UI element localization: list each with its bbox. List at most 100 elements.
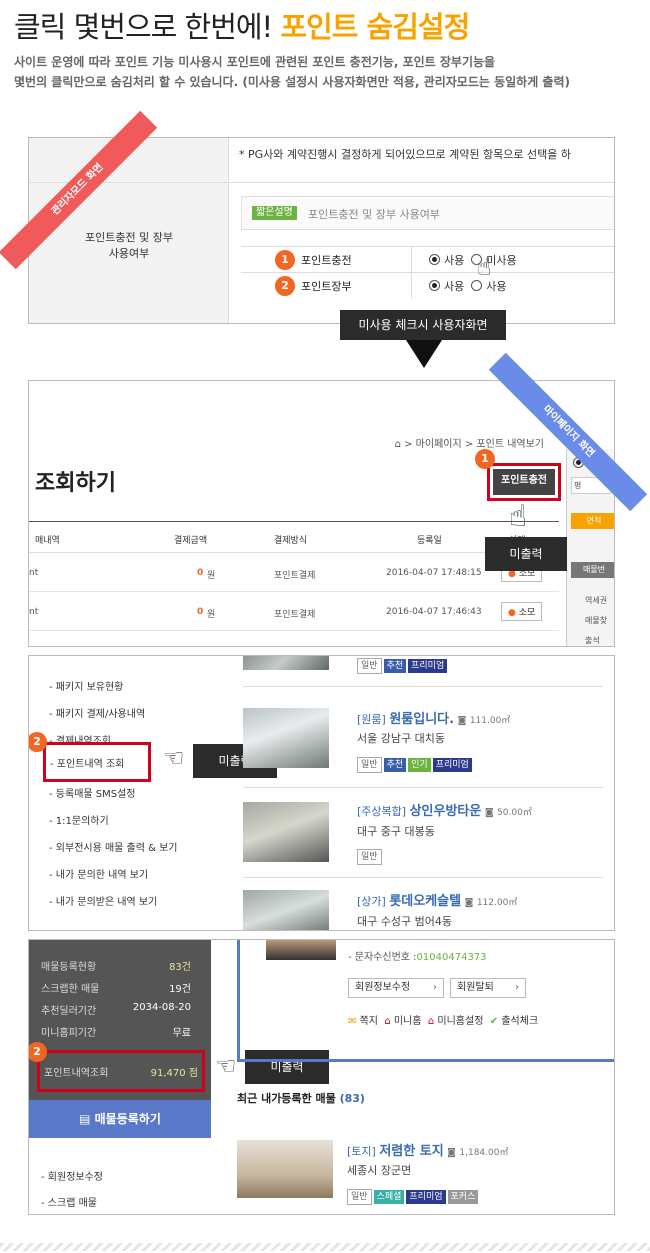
table-row: nt 0 원 포인트결제 2016-04-07 17:46:43 ● 소모 xyxy=(29,593,559,631)
point-charge-use-label: 사용 xyxy=(444,254,465,267)
menu-item-point-history[interactable]: - 포인트내역 조회 xyxy=(43,742,151,782)
check-icon[interactable]: ✔ xyxy=(490,1016,498,1027)
point-history-row[interactable]: 포인트내역조회 91,470 점 xyxy=(37,1050,205,1092)
sidebar-link[interactable]: - 스크랩 매물 xyxy=(41,1194,97,1209)
arrow-label: 미사용 체크시 사용자화면 xyxy=(340,310,506,340)
listing-area: 112.00㎡ xyxy=(476,898,518,908)
hero-description: 사이트 운영에 따라 포인트 기능 미사용시 포인트에 관련된 포인트 충전기능… xyxy=(14,52,570,92)
menu-panel: - 패키지 보유현황 - 패키지 결제/사용내역 - 결제내역조회 - 포인트내… xyxy=(28,655,615,931)
table-header: 매내역 결제금액 결제방식 등록일 상태 xyxy=(29,521,559,553)
edit-member-button[interactable]: 회원정보수정 › xyxy=(348,978,444,998)
row-date: 2016-04-07 17:48:15 xyxy=(386,568,482,578)
pointer-hand-icon: ☝ xyxy=(509,499,528,534)
side-area-button[interactable]: 면적 xyxy=(571,513,614,529)
pointer-hand-icon: ☜ xyxy=(215,1052,237,1080)
status-badge: ● 소모 xyxy=(501,602,543,621)
step-2-badge: 2 xyxy=(275,276,295,296)
breadcrumb-text: > 마이페이지 > 포인트 내역보기 xyxy=(404,439,544,450)
menu-item[interactable]: - 외부전시용 매물 출력 & 보기 xyxy=(49,839,178,854)
stat-row: 스크랩한 매물 19건 xyxy=(41,984,191,995)
camera-icon: ◙ xyxy=(484,808,494,818)
row-name: nt xyxy=(29,607,39,617)
listing-address: 세종시 장군면 xyxy=(347,1164,412,1177)
admin-notice: * PG사와 계약진행시 결정하게 되어있으므로 계약된 항목으로 선택을 하 xyxy=(239,148,571,161)
listing-name: 저렴한 토지 xyxy=(379,1144,444,1159)
col-method: 결제방식 xyxy=(274,536,308,546)
side-item-4: 출석 xyxy=(585,636,600,645)
menu-item[interactable]: - 패키지 결제/사용내역 xyxy=(49,705,145,720)
top-listing-tags: 일반 추천 프리미엄 xyxy=(357,658,449,674)
point-charge-button[interactable]: 포인트충전 xyxy=(487,463,561,501)
left-menu: - 패키지 보유현황 - 패키지 결제/사용내역 - 결제내역조회 - 포인트내… xyxy=(29,656,277,930)
col-date: 등록일 xyxy=(417,536,442,546)
message-icon[interactable]: ✉ xyxy=(348,1016,356,1027)
hero-title-highlight: 포인트 숨김설정 xyxy=(280,10,470,44)
listing-item[interactable]: [토지] 저렴한 토지 ◙ 1,184.00㎡ 세종시 장군면 일반 스페셜 프리미… xyxy=(237,1136,607,1206)
listing-category: [주상복합] xyxy=(357,805,407,818)
point-charge-use-radio[interactable] xyxy=(429,254,440,265)
home-icon[interactable]: ⌂ xyxy=(395,439,401,450)
phone-value: 01040474373 xyxy=(416,952,487,963)
hero-desc-line2: 몇번의 클릭만으로 숨김처리 할 수 있습니다. (미사용 설정시 사용자화면만… xyxy=(14,75,570,89)
chevron-right-icon: › xyxy=(515,982,519,993)
point-ledger-unused-radio[interactable] xyxy=(471,280,483,291)
row-date: 2016-04-07 17:46:43 xyxy=(386,607,482,617)
listing-category: [토지] xyxy=(347,1145,376,1158)
admin-row-label: 포인트충전 및 장부 사용여부 xyxy=(29,230,229,262)
leave-member-button[interactable]: 회원탈퇴 › xyxy=(450,978,526,998)
minihome-icon[interactable]: ⌂ xyxy=(384,1016,390,1027)
register-icon: ▤ xyxy=(79,1112,91,1126)
stat-row: 추천딜러기간 2034-08-20 xyxy=(41,1002,191,1017)
col-item: 매내역 xyxy=(35,536,60,546)
down-arrow-icon xyxy=(406,340,442,368)
listing-item[interactable]: [원룸] 원룸입니다. ◙ 111.00㎡ 서울 강남구 대치동 일반 추천 인기 프… xyxy=(243,698,603,788)
minihome-settings-icon[interactable]: ⌂ xyxy=(428,1016,434,1027)
avatar xyxy=(266,940,336,960)
listing-category: [원룸] xyxy=(357,713,386,726)
admin-row-label-1: 포인트충전 및 장부 xyxy=(85,231,173,244)
point-ledger-label: 포인트장부 xyxy=(301,280,352,293)
admin-desc-box: 짧은설명 포인트충전 및 장부 사용여부 xyxy=(241,196,614,230)
hero-title: 클릭 몇번으로 한번에! 포인트 숨김설정 xyxy=(14,4,470,46)
camera-icon: ◙ xyxy=(457,716,467,726)
stat-row: 매물등록현황 83건 xyxy=(41,962,191,973)
point-charge-options: 사용 미사용 xyxy=(429,252,517,268)
point-charge-label: 포인트충전 xyxy=(301,254,352,267)
row-method: 포인트결제 xyxy=(274,571,316,581)
listing-item[interactable]: [상가] 롯데오케슬텔 ◙ 112.00㎡ 대구 수성구 범어4동 xyxy=(243,878,603,930)
point-ledger-use-label: 사용 xyxy=(444,280,465,293)
side-item-2: 역세권 xyxy=(585,596,608,605)
mypage-step-1-badge: 1 xyxy=(475,449,495,469)
listing-address: 대구 중구 대봉동 xyxy=(357,825,435,838)
menu-item[interactable]: - 1:1문의하기 xyxy=(49,812,109,827)
point-ledger-use-radio[interactable] xyxy=(429,280,440,291)
listing-name: 롯데오케슬텔 xyxy=(389,894,462,909)
not-shown-tooltip: 미출력 xyxy=(485,537,567,571)
stat-row: 미니홈피기간 무료 xyxy=(41,1028,191,1039)
table-row: nt 0 원 포인트결제 2016-04-07 17:48:15 ● 소모 xyxy=(29,554,559,592)
menu-item[interactable]: - 내가 문의한 내역 보기 xyxy=(49,866,148,881)
chevron-right-icon: › xyxy=(433,982,437,993)
listing-address: 서울 강남구 대치동 xyxy=(357,732,445,745)
point-ledger-options: 사용 사용 xyxy=(429,278,507,294)
col-amount: 결제금액 xyxy=(174,536,208,546)
member-panel: 매물등록현황 83건 스크랩한 매물 19건 추천딜러기간 2034-08-20 미니… xyxy=(28,939,615,1215)
row-amount: 0 xyxy=(197,607,204,617)
menu-step-2-badge: 2 xyxy=(29,732,47,752)
listing-item[interactable]: [주상복합] 상인우방타운 ◙ 50.00㎡ 대구 중구 대봉동 일반 xyxy=(243,788,603,878)
side-item-1[interactable]: 매물번 xyxy=(571,562,614,578)
short-desc-tag: 짧은설명 xyxy=(252,206,297,220)
menu-item[interactable]: - 패키지 보유현황 xyxy=(49,678,123,693)
member-icon-row: ✉ 쪽지 ⌂ 미니홈 ⌂ 미니홈설정 ✔ 출석체크 xyxy=(348,1016,539,1027)
listing-area: 1,184.00㎡ xyxy=(459,1148,509,1158)
menu-item[interactable]: - 내가 문의받은 내역 보기 xyxy=(49,893,157,908)
row-unit: 원 xyxy=(207,610,216,620)
camera-icon: ◙ xyxy=(447,1148,456,1158)
register-listing-button[interactable]: ▤ 매물등록하기 xyxy=(29,1100,211,1138)
sidebar-link[interactable]: - 회원정보수정 xyxy=(41,1168,103,1183)
status-text: 소모 xyxy=(518,608,536,618)
row-name: nt xyxy=(29,568,39,578)
camera-icon: ◙ xyxy=(464,898,474,908)
row-method: 포인트결제 xyxy=(274,610,316,620)
menu-item[interactable]: - 등록매물 SMS설정 xyxy=(49,785,136,800)
